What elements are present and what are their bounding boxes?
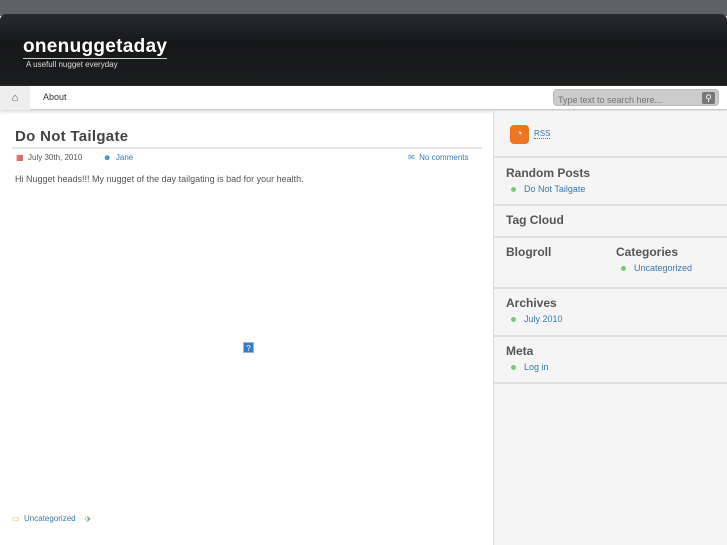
comment-icon: ✉ <box>408 153 415 162</box>
widget-title: Tag Cloud <box>506 213 564 227</box>
widget-title: Meta <box>506 344 534 358</box>
rss-icon[interactable]: ◔ <box>510 125 529 144</box>
rss-link[interactable]: RSS <box>534 129 551 139</box>
divider <box>494 236 727 238</box>
widget-tag-cloud: Tag Cloud <box>506 213 721 227</box>
author-link[interactable]: Jane <box>116 153 133 162</box>
post-body: Hi Nugget heads!!! My nugget of the day … <box>15 174 304 184</box>
category-link[interactable]: Uncategorized <box>634 263 692 273</box>
search-box: ⚲ <box>553 89 719 108</box>
list-item: Log in <box>506 362 721 372</box>
sidebar: ◔ RSS Random Posts Do Not Tailgate Tag Cl… <box>493 111 727 545</box>
folder-icon: ▭ <box>12 514 20 523</box>
post-date: ▦ July 30th, 2010 <box>16 153 82 162</box>
calendar-icon: ▦ <box>16 153 24 162</box>
comments-link[interactable]: No comments <box>419 153 468 162</box>
widget-title: Blogroll <box>506 245 552 259</box>
post-footer: ▭ Uncategorized ⬗ <box>12 514 91 523</box>
widget-title: Random Posts <box>506 166 591 180</box>
random-post-link[interactable]: Do Not Tailgate <box>524 184 585 194</box>
divider <box>12 147 482 149</box>
category-link[interactable]: Uncategorized <box>24 514 76 523</box>
post-author: ☻ Jane <box>103 153 133 162</box>
widget-categories: Categories Uncategorized <box>616 245 726 273</box>
divider <box>494 335 727 337</box>
list-item: Do Not Tailgate <box>506 184 721 194</box>
home-icon[interactable]: ⌂ <box>0 86 30 110</box>
date-text: July 30th, 2010 <box>28 153 83 162</box>
divider <box>494 287 727 289</box>
site-tagline: A usefull nugget everyday <box>26 60 118 69</box>
post-comments: ✉ No comments <box>408 153 469 162</box>
list-item: July 2010 <box>506 314 721 324</box>
widget-title: Archives <box>506 296 557 310</box>
widget-archives: Archives July 2010 <box>506 296 721 324</box>
list-item: Uncategorized <box>616 263 726 273</box>
site-title[interactable]: onenuggetaday <box>23 36 168 59</box>
divider <box>494 382 727 384</box>
post-title[interactable]: Do Not Tailgate <box>15 128 128 145</box>
search-input[interactable] <box>554 92 694 108</box>
login-link[interactable]: Log in <box>524 362 549 372</box>
nav-bar: ⌂ About ⚲ <box>0 86 727 110</box>
divider <box>494 156 727 158</box>
search-icon[interactable]: ⚲ <box>702 92 715 104</box>
tag-icon: ⬗ <box>84 514 91 523</box>
widget-meta: Meta Log in <box>506 344 721 372</box>
site-header: onenuggetaday A usefull nugget everyday <box>0 14 727 86</box>
divider <box>494 204 727 206</box>
main-content: Do Not Tailgate ▦ July 30th, 2010 ☻ Jane… <box>0 111 493 545</box>
widget-random-posts: Random Posts Do Not Tailgate <box>506 166 721 194</box>
nav-about[interactable]: About <box>43 92 67 102</box>
widget-title: Categories <box>616 245 679 259</box>
image-placeholder-icon: ? <box>243 342 254 353</box>
user-icon: ☻ <box>103 153 112 162</box>
archive-link[interactable]: July 2010 <box>524 314 563 324</box>
widget-blogroll: Blogroll <box>506 245 606 259</box>
